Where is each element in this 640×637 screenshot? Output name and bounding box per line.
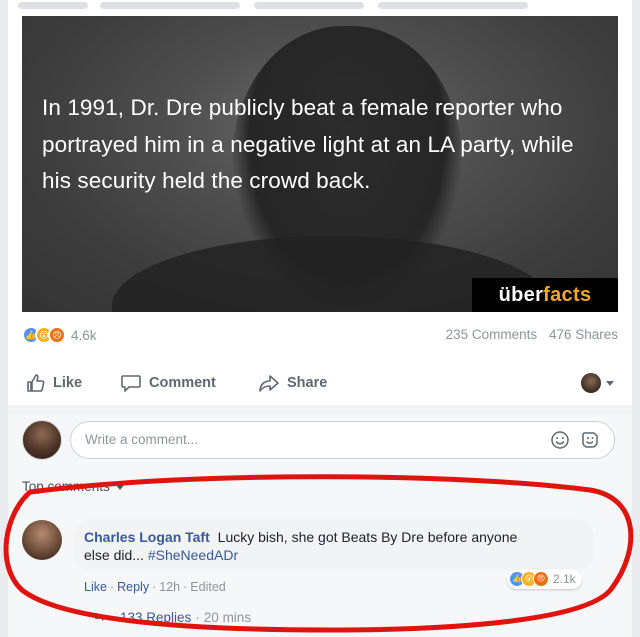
view-replies-link[interactable]: 133 Replies · 20 mins (94, 610, 251, 625)
post-image[interactable]: In 1991, Dr. Dre publicly beat a female … (22, 16, 618, 312)
action-bar: Like Comment Share (22, 368, 618, 398)
comment-reactions[interactable]: 👍 😮 😠 2.1k (507, 569, 582, 589)
replies-count: 133 Replies (120, 610, 192, 625)
like-button[interactable]: Like (26, 368, 82, 398)
profile-avatar-small (581, 373, 601, 393)
emoji-icon[interactable] (550, 430, 570, 450)
comment-text: Charles Logan Taft Lucky bish, she got B… (84, 528, 544, 564)
post-card: In 1991, Dr. Dre publicly beat a female … (8, 0, 632, 637)
comment-reaction-count: 2.1k (553, 572, 576, 586)
comments-count[interactable]: 235 Comments (446, 327, 538, 342)
engagement-stats: 👍 😮 😠 4.6k 235 Comments 476 Shares (22, 326, 618, 346)
chevron-down-icon (115, 484, 124, 490)
reply-arrow-icon (95, 612, 106, 621)
share-button[interactable]: Share (258, 368, 327, 398)
shares-count[interactable]: 476 Shares (549, 327, 618, 342)
hashtag-link[interactable]: #SheNeedADr (148, 547, 238, 563)
comment-label: Comment (149, 375, 216, 391)
brand-part1: über (498, 284, 544, 306)
comment-like-link[interactable]: Like (84, 580, 107, 594)
comment-sort-dropdown[interactable]: Top comments (22, 479, 124, 494)
reaction-count[interactable]: 4.6k (71, 328, 97, 343)
sticker-icon[interactable] (580, 430, 600, 450)
replies-timestamp: 20 mins (203, 610, 252, 625)
edited-label[interactable]: Edited (190, 580, 225, 594)
comment-input-placeholder: Write a comment... (85, 432, 199, 447)
truncated-caption (8, 0, 632, 14)
comment-author-link[interactable]: Charles Logan Taft (84, 529, 210, 545)
section-divider (8, 405, 632, 415)
fact-text: In 1991, Dr. Dre publicly beat a female … (42, 95, 574, 193)
speech-bubble-icon (121, 375, 141, 392)
comment-reply-link[interactable]: Reply (117, 580, 149, 594)
post-as-selector[interactable] (581, 368, 614, 398)
commenter-avatar[interactable] (22, 520, 62, 560)
comment-sort-label: Top comments (22, 479, 110, 494)
share-arrow-icon (259, 375, 279, 392)
thumbs-up-icon (27, 374, 45, 392)
comment-button[interactable]: Comment (120, 368, 216, 398)
reaction-summary[interactable]: 👍 😮 😠 4.6k (22, 326, 97, 344)
comment-meta: Like · Reply · 12h · Edited (84, 580, 226, 594)
comment-timestamp[interactable]: 12h (159, 580, 180, 594)
angry-reaction-icon: 😠 (533, 571, 549, 587)
share-label: Share (287, 375, 328, 391)
comment-bubble: Charles Logan Taft Lucky bish, she got B… (74, 519, 594, 571)
uberfacts-logo: überfacts (472, 278, 618, 312)
brand-part2: facts (543, 284, 592, 306)
current-user-avatar[interactable] (22, 420, 62, 460)
angry-reaction-icon: 😠 (48, 326, 66, 344)
chevron-down-icon (606, 380, 614, 386)
comment-composer[interactable]: Write a comment... (70, 421, 615, 459)
like-label: Like (53, 375, 83, 391)
